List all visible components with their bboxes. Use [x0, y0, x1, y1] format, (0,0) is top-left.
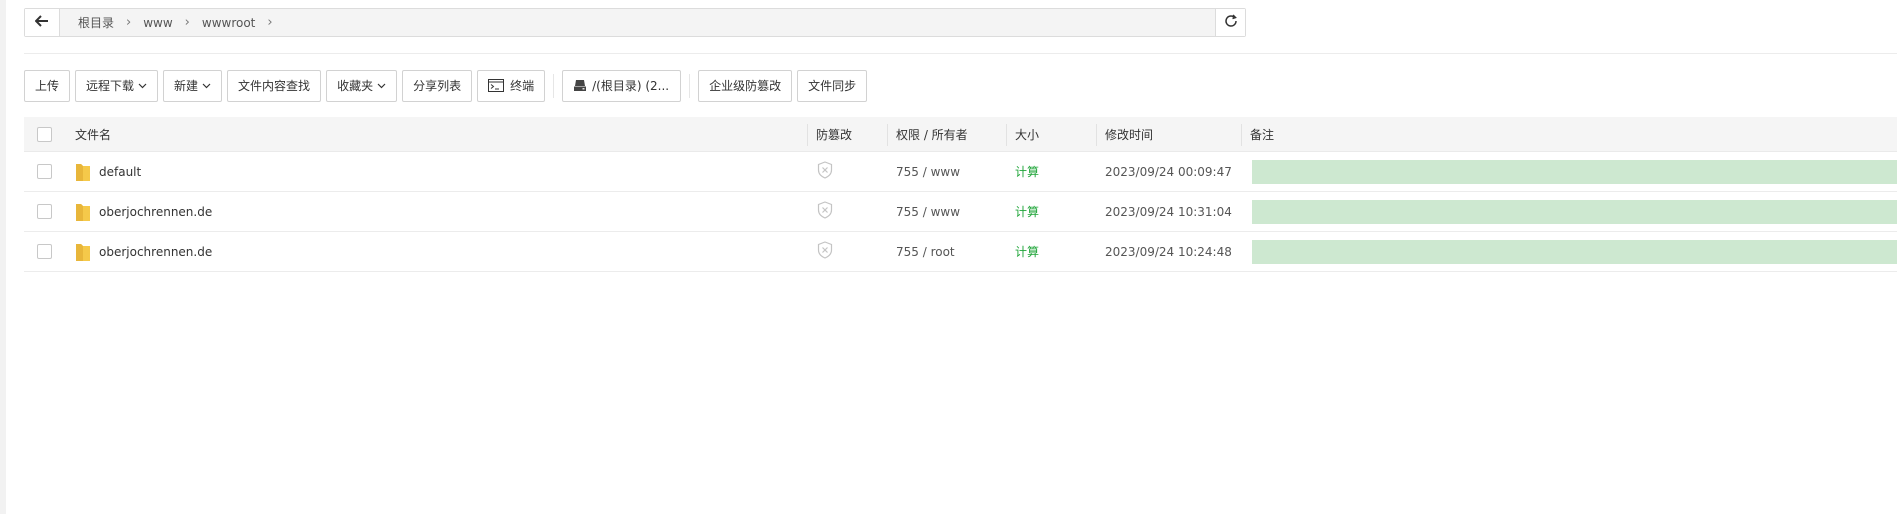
- row-checkbox[interactable]: [37, 164, 52, 179]
- shield-icon[interactable]: [817, 201, 833, 222]
- left-edge: [0, 0, 6, 514]
- breadcrumb-item-www[interactable]: www ›: [143, 15, 202, 30]
- disk-label: /(根目录) (2...: [592, 79, 670, 93]
- terminal-icon: [488, 79, 505, 92]
- header-size[interactable]: 大小: [1015, 126, 1039, 143]
- content-search-label: 文件内容查找: [238, 79, 311, 93]
- permission[interactable]: 755 / root: [896, 245, 955, 259]
- header-mtime[interactable]: 修改时间: [1105, 126, 1153, 143]
- toolbar: 上传 远程下载 新建 文件内容查找 收藏夹 分享列表 终端 /(根目录) (2.…: [24, 69, 872, 102]
- header-name[interactable]: 文件名: [75, 126, 111, 143]
- breadcrumb-label: www: [143, 15, 173, 30]
- table-row[interactable]: oberjochrennen.de 755 / www 计算 2023/09/2…: [24, 192, 1897, 232]
- chevron-down-icon: [202, 83, 211, 89]
- modified-time: 2023/09/24 10:31:04: [1105, 204, 1232, 219]
- header-tamper: 防篡改: [816, 127, 853, 142]
- modified-time: 2023/09/24 00:09:47: [1105, 164, 1232, 179]
- content-search-button[interactable]: 文件内容查找: [227, 69, 322, 102]
- remote-download-label: 远程下载: [86, 79, 135, 93]
- favorites-label: 收藏夹: [337, 79, 374, 93]
- toolbar-divider: [553, 73, 555, 98]
- row-checkbox[interactable]: [37, 244, 52, 259]
- folder-icon: [75, 162, 91, 182]
- select-all-checkbox[interactable]: [37, 126, 52, 142]
- disk-icon: [574, 80, 587, 91]
- share-list-button[interactable]: 分享列表: [402, 69, 473, 102]
- breadcrumb-label: 根目录: [78, 16, 115, 30]
- folder-icon: [75, 242, 91, 262]
- arrow-left-icon: [34, 15, 49, 30]
- chevron-right-icon: ›: [267, 15, 273, 30]
- divider: [24, 53, 1897, 54]
- file-sync-label: 文件同步: [808, 79, 857, 93]
- new-button[interactable]: 新建: [163, 69, 223, 102]
- note-input[interactable]: [1252, 160, 1897, 184]
- column-divider: [1006, 124, 1007, 146]
- terminal-button[interactable]: 终端: [477, 69, 546, 102]
- chevron-down-icon: [377, 83, 386, 89]
- header-perm: 权限 / 所有者: [896, 127, 968, 142]
- file-name[interactable]: oberjochrennen.de: [99, 245, 212, 259]
- upload-button[interactable]: 上传: [24, 69, 71, 102]
- column-divider: [1096, 124, 1097, 146]
- shield-icon[interactable]: [817, 161, 833, 182]
- disk-button[interactable]: /(根目录) (2...: [562, 69, 682, 102]
- path-bar: 根目录 › www › wwwroot ›: [24, 8, 1246, 37]
- table-row[interactable]: oberjochrennen.de 755 / root 计算 2023/09/…: [24, 232, 1897, 272]
- permission[interactable]: 755 / www: [896, 165, 960, 179]
- tamper-proof-label: 企业级防篡改: [709, 79, 782, 93]
- file-name[interactable]: default: [99, 165, 141, 179]
- folder-icon: [75, 202, 91, 222]
- breadcrumb-label: wwwroot: [201, 15, 256, 30]
- header-note: 备注: [1250, 127, 1275, 142]
- chevron-down-icon: [138, 83, 147, 89]
- favorites-button[interactable]: 收藏夹: [326, 69, 398, 102]
- breadcrumb: 根目录 › www › wwwroot ›: [60, 9, 1215, 36]
- share-list-label: 分享列表: [413, 79, 462, 93]
- back-button[interactable]: [25, 9, 60, 36]
- calculate-size-link[interactable]: 计算: [1015, 203, 1039, 220]
- shield-icon[interactable]: [817, 241, 833, 262]
- chevron-right-icon: ›: [184, 15, 190, 30]
- permission[interactable]: 755 / www: [896, 205, 960, 219]
- column-divider: [807, 124, 808, 146]
- new-label: 新建: [174, 79, 199, 93]
- upload-label: 上传: [35, 79, 60, 93]
- refresh-icon: [1224, 14, 1238, 31]
- calculate-size-link[interactable]: 计算: [1015, 163, 1039, 180]
- breadcrumb-item-wwwroot[interactable]: wwwroot ›: [202, 15, 285, 30]
- file-name[interactable]: oberjochrennen.de: [99, 205, 212, 219]
- terminal-label: 终端: [510, 79, 535, 93]
- file-table: 文件名 防篡改 权限 / 所有者 大小 修改时间 备注 default 755 …: [24, 117, 1897, 272]
- column-divider: [1241, 124, 1242, 146]
- note-input[interactable]: [1252, 200, 1897, 224]
- note-input[interactable]: [1252, 240, 1897, 264]
- chevron-right-icon: ›: [126, 15, 132, 30]
- row-checkbox[interactable]: [37, 204, 52, 219]
- table-row[interactable]: default 755 / www 计算 2023/09/24 00:09:47: [24, 152, 1897, 192]
- modified-time: 2023/09/24 10:24:48: [1105, 244, 1232, 259]
- breadcrumb-item-root[interactable]: 根目录 ›: [78, 14, 143, 31]
- remote-download-button[interactable]: 远程下载: [75, 69, 159, 102]
- refresh-button[interactable]: [1215, 9, 1245, 36]
- column-divider: [887, 124, 888, 146]
- file-sync-button[interactable]: 文件同步: [797, 69, 868, 102]
- table-header: 文件名 防篡改 权限 / 所有者 大小 修改时间 备注: [24, 117, 1897, 152]
- calculate-size-link[interactable]: 计算: [1015, 243, 1039, 260]
- tamper-proof-button[interactable]: 企业级防篡改: [698, 69, 793, 102]
- toolbar-divider: [689, 73, 691, 98]
